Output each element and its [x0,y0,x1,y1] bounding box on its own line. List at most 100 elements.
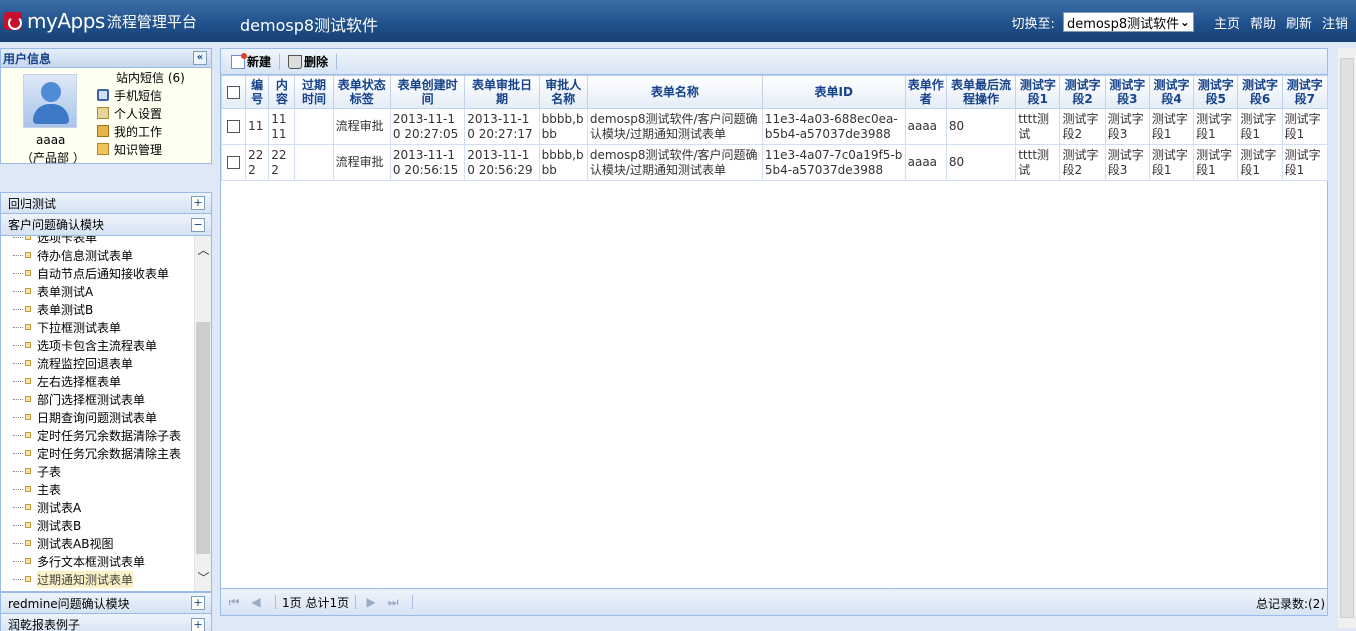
tree-item[interactable]: 表单测试B [1,300,193,318]
tree-item[interactable]: 下拉框测试表单 [1,318,193,336]
module-customer-issue[interactable]: 客户问题确认模块 − [0,214,212,236]
row-select-cell[interactable] [220,108,247,145]
module-tree: 选项卡表单待办信息测试表单 自动节点后通知接收表单 表单测试A 表单测试B 下拉框测试表… [0,236,212,592]
tree-item[interactable]: 待办信息测试表单 [1,246,193,264]
column-header[interactable]: 测试字段4 [1148,75,1195,109]
scroll-down-icon[interactable]: ﹀ [195,570,211,587]
tree-connector [13,488,23,490]
table-cell: demosp8测试软件/客户问题确认模块/过期通知测试表单 [586,144,763,181]
table-row[interactable]: 222 222 流程审批 2013-11-10 20:56:15 2013-11-10 … [220,144,1329,181]
site-message-link[interactable]: 站内短信 (6) [97,68,185,86]
tree-item[interactable]: 定时任务冗余数据清除主表 [1,444,193,462]
current-app-name: demosp8测试软件 [240,16,379,35]
tree-item[interactable]: 自动节点后通知接收表单 [1,264,193,282]
page-scrollbar[interactable] [1338,48,1356,628]
tree-item-label: 过期通知测试表单 [37,570,134,588]
expand-icon[interactable]: + [191,596,205,610]
column-header[interactable]: 测试字段2 [1059,75,1106,109]
logout-link[interactable]: 注销 [1322,13,1348,32]
trash-icon [288,54,303,69]
home-link[interactable]: 主页 [1214,13,1240,32]
tree-item[interactable]: 部门选择框测试表单 [1,390,193,408]
scroll-up-icon[interactable]: ︿ [195,242,211,259]
prev-page-icon[interactable]: ◀ [247,595,265,609]
sms-link[interactable]: 手机短信 [97,86,185,104]
column-header[interactable]: 表单创建时间 [389,75,466,109]
tree-item[interactable]: 流程监控回退表单 [1,354,193,372]
next-page-icon[interactable]: ▶ [362,595,380,609]
column-header[interactable]: 编号 [245,75,270,109]
new-button[interactable]: 新建 [231,52,271,70]
table-cell: 80 [945,144,1017,181]
tree-connector [13,362,23,364]
module-regression[interactable]: 回归测试 + [0,192,212,214]
tree-item-label: 待办信息测试表单 [37,248,134,263]
table-cell: 测试字段1 [1193,144,1239,181]
tree-item[interactable]: 过期通知测试表单 [1,570,193,588]
page-scroll-thumb[interactable] [1340,58,1354,618]
personal-settings-link[interactable]: 个人设置 [97,104,185,122]
tree-item[interactable]: 测试表A [1,498,193,516]
tree-item[interactable]: 表单测试A [1,282,193,300]
column-header[interactable]: 测试字段5 [1193,75,1239,109]
row-checkbox[interactable] [227,120,241,133]
tree-scrollbar[interactable]: ︿ ﹀ [194,236,211,591]
column-header[interactable]: 表单最后流程操作 [945,75,1017,109]
column-header[interactable]: 审批人名称 [538,75,588,109]
row-checkbox[interactable] [227,156,241,169]
expand-icon[interactable]: + [191,196,205,210]
module-redmine[interactable]: redmine问题确认模块 + [0,592,212,614]
tree-item[interactable]: 子表 [1,462,193,480]
tree-item[interactable]: 日期查询问题测试表单 [1,408,193,426]
form-node-icon [25,558,31,564]
tree-item[interactable]: 定时任务冗余数据清除子表 [1,426,193,444]
tree-connector [13,398,23,400]
table-cell: 测试字段1 [1281,144,1329,181]
tree-item[interactable]: 测试表AB视图 [1,534,193,552]
help-link[interactable]: 帮助 [1250,13,1276,32]
collapse-icon[interactable]: − [191,217,205,232]
my-work-label: 我的工作 [114,124,163,139]
table-cell: 流程审批 [332,144,391,181]
scroll-thumb[interactable] [196,322,210,554]
table-cell: 222 [245,144,270,181]
my-work-link[interactable]: 我的工作 [97,122,185,140]
column-header[interactable]: 测试字段7 [1281,75,1329,109]
user-info-panel: aaaa （产品部 ） 站内短信 (6) 手机短信 个人设置 我的工作 知识管理 [0,68,212,165]
column-header[interactable]: 表单ID [761,75,906,109]
column-header[interactable]: 表单状态标签 [332,75,391,109]
column-header[interactable]: 过期时间 [294,75,334,109]
toolbar-divider [336,53,338,70]
refresh-link[interactable]: 刷新 [1286,13,1312,32]
delete-button[interactable]: 删除 [288,53,328,70]
tree-item[interactable]: 左右选择框表单 [1,372,193,390]
tree-item[interactable]: 多行文本框测试表单 [1,552,193,570]
column-header[interactable]: 测试字段3 [1104,75,1150,109]
tree-item-label: 左右选择框表单 [37,374,122,389]
pager-divider [275,595,276,609]
select-all-checkbox[interactable] [227,85,241,99]
select-all-header[interactable] [220,75,247,109]
last-page-icon[interactable]: ⏭ [384,595,402,610]
tree-item[interactable]: 测试表B [1,516,193,534]
collapse-left-icon[interactable]: « [193,51,207,65]
header-actions: 切换至: demosp8测试软件 ⌄ 主页 帮助 刷新 注销 [1012,12,1348,32]
app-switch-select[interactable]: demosp8测试软件 ⌄ [1062,12,1194,32]
switch-label: 切换至: [1011,16,1055,32]
table-row[interactable]: 11 1111 流程审批 2013-11-10 20:27:05 2013-11-10 … [220,108,1329,145]
tree-item[interactable]: 选项卡表单 [1,236,193,246]
column-header[interactable]: 内容 [268,75,296,109]
column-header[interactable]: 测试字段6 [1237,75,1283,109]
tree-item[interactable]: 选项卡包含主流程表单 [1,336,193,354]
column-header[interactable]: 测试字段1 [1015,75,1061,109]
column-header[interactable]: 表单审批日期 [464,75,540,109]
module-report-examples[interactable]: 润乾报表例子 + [0,614,212,631]
knowledge-link[interactable]: 知识管理 [97,140,185,158]
table-cell: 11e3-4a03-688ec0ea-b5b4-a57037de3988 [761,108,906,145]
tree-item[interactable]: 主表 [1,480,193,498]
column-header[interactable]: 表单作者 [904,75,947,109]
column-header[interactable]: 表单名称 [586,75,763,109]
row-select-cell[interactable] [220,144,247,181]
first-page-icon[interactable]: ⏮ [225,595,243,610]
expand-icon[interactable]: + [191,617,205,631]
